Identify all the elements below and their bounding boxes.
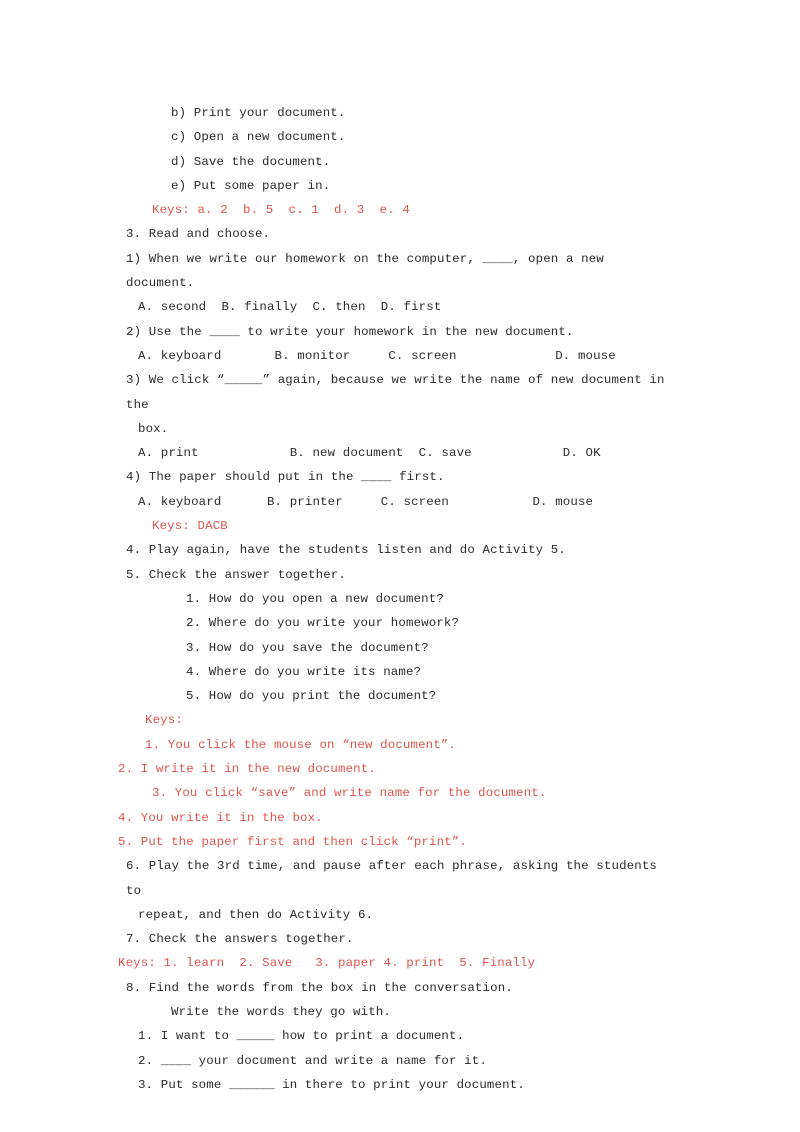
answer-key-line: Keys: bbox=[145, 713, 183, 728]
answer-key-line: Keys: DACB bbox=[152, 519, 228, 534]
text-line: d) Save the document. bbox=[171, 154, 331, 169]
document-body: b) Print your document. c) Open a new doc… bbox=[118, 101, 674, 1097]
text-line: 3. Put some ______ in there to print you… bbox=[138, 1077, 525, 1092]
text-line: b) Print your document. bbox=[171, 106, 346, 120]
text-line: 5. How do you print the document? bbox=[186, 689, 437, 704]
text-line: 1) When we write our homework on the com… bbox=[126, 251, 612, 291]
text-line: 4. Play again, have the students listen … bbox=[126, 543, 566, 558]
text-line: 8. Find the words from the box in the co… bbox=[126, 980, 513, 995]
text-line: 6. Play the 3rd time, and pause after ea… bbox=[126, 859, 665, 898]
text-line: 5. Check the answer together. bbox=[126, 567, 346, 582]
text-line: repeat, and then do Activity 6. bbox=[138, 907, 374, 922]
answer-key-line: 3. You click “save” and write name for t… bbox=[152, 786, 547, 801]
text-line: 4. Where do you write its name? bbox=[186, 664, 422, 679]
text-line: 1. I want to _____ how to print a docume… bbox=[138, 1029, 465, 1044]
text-line: box. bbox=[138, 421, 169, 436]
text-line: 4) The paper should put in the ____ firs… bbox=[126, 470, 445, 485]
text-line: A. keyboard B. printer C. screen D. mous… bbox=[138, 494, 594, 509]
answer-key-line: 5. Put the paper first and then click “p… bbox=[118, 834, 467, 849]
answer-key-line: Keys: 1. learn 2. Save 3. paper 4. print… bbox=[118, 956, 536, 971]
text-line: Write the words they go with. bbox=[171, 1004, 391, 1019]
text-line: 2. ____ your document and write a name f… bbox=[138, 1053, 487, 1068]
text-line: 1. How do you open a new document? bbox=[186, 591, 444, 606]
text-line: e) Put some paper in. bbox=[171, 178, 331, 193]
document-page: b) Print your document. c) Open a new doc… bbox=[0, 0, 800, 1132]
text-line: 2) Use the ____ to write your homework i… bbox=[126, 324, 574, 339]
text-line: c) Open a new document. bbox=[171, 130, 346, 145]
answer-key-line: 4. You write it in the box. bbox=[118, 810, 323, 825]
text-line: 2. Where do you write your homework? bbox=[186, 616, 460, 631]
text-line: 7. Check the answers together. bbox=[126, 932, 354, 947]
answer-key-line: 2. I write it in the new document. bbox=[118, 762, 376, 777]
text-line: A. keyboard B. monitor C. screen D. mous… bbox=[138, 348, 616, 363]
text-line: 3) We click “_____” again, because we wr… bbox=[126, 373, 673, 412]
text-line: 3. Read and choose. bbox=[126, 227, 271, 242]
answer-key-line: 1. You click the mouse on “new document”… bbox=[145, 737, 457, 752]
text-line: 3. How do you save the document? bbox=[186, 640, 429, 655]
answer-key-line: Keys: a. 2 b. 5 c. 1 d. 3 e. 4 bbox=[152, 203, 410, 218]
text-line: A. print B. new document C. save D. OK bbox=[138, 446, 601, 461]
text-line: A. second B. finally C. then D. first bbox=[138, 300, 442, 315]
